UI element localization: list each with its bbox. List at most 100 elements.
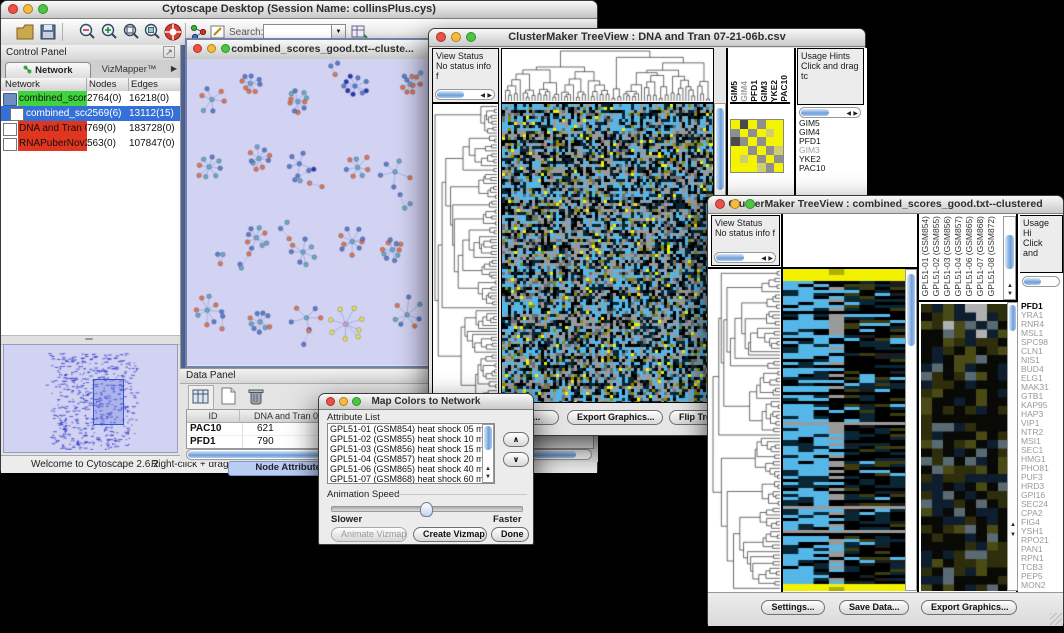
treeview2-row-dendrogram[interactable] <box>711 269 781 591</box>
matrix-cell[interactable] <box>757 146 766 155</box>
treeview1-column-dendrogram[interactable] <box>501 48 714 103</box>
close-button[interactable] <box>193 44 202 53</box>
network-view-canvas[interactable] <box>187 59 428 365</box>
minimize-button[interactable] <box>451 32 461 42</box>
export-graphics-button[interactable]: Export Graphics... <box>921 600 1017 615</box>
maximize-button[interactable] <box>466 32 476 42</box>
matrix-cell[interactable] <box>731 137 740 146</box>
gene-label[interactable]: MON2 <box>1021 581 1063 590</box>
view-status-hscrollbar[interactable]: ◀▶ <box>435 89 495 100</box>
maximize-button[interactable] <box>352 397 361 406</box>
matrix-cell[interactable] <box>740 137 749 146</box>
help-lifering-icon[interactable] <box>163 22 183 42</box>
attribute-list-item[interactable]: GPL51-03 (GSM856) heat shock 15 min <box>328 444 494 454</box>
matrix-cell[interactable] <box>731 120 740 129</box>
slider-thumb[interactable] <box>420 502 433 517</box>
matrix-cell[interactable] <box>774 120 783 129</box>
delete-trash-icon[interactable] <box>244 385 268 408</box>
matrix-cell[interactable] <box>766 155 775 164</box>
matrix-cell[interactable] <box>766 129 775 138</box>
zoom-in-button[interactable] <box>99 22 119 42</box>
maximize-button[interactable] <box>38 4 48 14</box>
network-list-row[interactable]: RNAPuberNov2+! 563(0) 107847(0) <box>1 136 180 151</box>
done-button[interactable]: Done <box>491 527 529 542</box>
matrix-cell[interactable] <box>748 137 757 146</box>
create-vizmap-button[interactable]: Create Vizmap <box>413 527 487 542</box>
attribute-list-item[interactable]: GPL51-02 (GSM855) heat shock 10 min <box>328 434 494 444</box>
open-file-button[interactable] <box>15 22 35 42</box>
matrix-cell[interactable] <box>748 129 757 138</box>
matrix-cell[interactable] <box>731 155 740 164</box>
attribute-list-item[interactable]: GPL51-07 (GSM868) heat shock 60 min <box>328 474 494 484</box>
minimize-button[interactable] <box>339 397 348 406</box>
network-overview-panel[interactable] <box>3 344 178 453</box>
minimize-button[interactable] <box>23 4 33 14</box>
treeview2-genelist-scrollbar[interactable]: ▲▼ <box>1007 302 1018 591</box>
attribute-list-item[interactable]: GPL51-04 (GSM857) heat shock 20 min <box>328 454 494 464</box>
view-status-hscrollbar[interactable]: ◀▶ <box>714 252 776 263</box>
treeview1-gene-list[interactable]: GIM5GIM4PFD1GIM3YKE2PAC10 <box>799 119 859 175</box>
zoom-out-button[interactable] <box>77 22 97 42</box>
overview-selection-rect[interactable] <box>93 379 124 425</box>
zoom-fit-button[interactable] <box>121 22 141 42</box>
treeview2-titlebar[interactable]: ClusterMaker TreeView : combined_scores_… <box>708 196 1063 214</box>
new-attribute-icon[interactable] <box>216 385 240 408</box>
matrix-cell[interactable] <box>748 120 757 129</box>
matrix-cell[interactable] <box>766 146 775 155</box>
animate-vizmap-button[interactable]: Animate Vizmap <box>331 527 407 542</box>
attribute-list-item[interactable]: GPL51-06 (GSM865) heat shock 40 min <box>328 464 494 474</box>
treeview1-usage-hscrollbar[interactable]: ◀▶ <box>799 107 861 118</box>
matrix-cell[interactable] <box>757 129 766 138</box>
zoom-selected-button[interactable] <box>142 22 162 42</box>
attribute-list-item[interactable]: GPL51-01 (GSM854) heat shock 05 min <box>328 424 494 434</box>
matrix-cell[interactable] <box>731 129 740 138</box>
move-down-button[interactable]: ∨ <box>503 452 529 467</box>
main-titlebar[interactable]: Cytoscape Desktop (Session Name: collins… <box>1 1 597 19</box>
maximize-button[interactable] <box>745 199 755 209</box>
matrix-cell[interactable] <box>757 120 766 129</box>
attribute-list-scrollbar[interactable]: ▲▼ <box>482 424 494 483</box>
matrix-cell[interactable] <box>740 129 749 138</box>
treeview2-collabel-scrollbar[interactable]: ▲▼ <box>1003 216 1016 300</box>
network-list-row[interactable]: combined_scores 2764(0) 16218(0) <box>1 91 180 106</box>
matrix-cell[interactable] <box>766 120 775 129</box>
matrix-cell[interactable] <box>766 163 775 172</box>
save-data-button[interactable]: Save Data... <box>839 600 909 615</box>
close-button[interactable] <box>8 4 18 14</box>
gene-label[interactable]: PAC10 <box>799 164 859 173</box>
close-button[interactable] <box>436 32 446 42</box>
matrix-cell[interactable] <box>740 155 749 164</box>
treeview1-summary-matrix[interactable] <box>730 119 784 173</box>
animation-speed-slider[interactable] <box>331 506 523 512</box>
matrix-cell[interactable] <box>774 146 783 155</box>
matrix-cell[interactable] <box>748 163 757 172</box>
tab-network[interactable]: Network <box>5 62 91 78</box>
matrix-cell[interactable] <box>757 155 766 164</box>
matrix-cell[interactable] <box>740 120 749 129</box>
matrix-cell[interactable] <box>731 146 740 155</box>
matrix-cell[interactable] <box>774 137 783 146</box>
matrix-cell[interactable] <box>757 137 766 146</box>
tab-overflow-arrow[interactable]: ▶ <box>171 64 177 73</box>
treeview1-row-dendrogram[interactable] <box>432 103 499 403</box>
float-panel-icon[interactable]: ↗ <box>163 46 175 58</box>
network-list-row[interactable]: DNA and Tran 07 769(0) 183728(0) <box>1 121 180 136</box>
matrix-cell[interactable] <box>731 163 740 172</box>
close-button[interactable] <box>715 199 725 209</box>
resize-grip[interactable] <box>1050 613 1062 625</box>
network-list-row[interactable]: combined_sco 2569(6) 13112(15) <box>1 106 180 121</box>
matrix-cell[interactable] <box>740 163 749 172</box>
maximize-button[interactable] <box>221 44 230 53</box>
matrix-cell[interactable] <box>748 146 757 155</box>
save-button[interactable] <box>38 22 58 42</box>
treeview2-usage-hscrollbar[interactable] <box>1022 276 1060 287</box>
matrix-cell[interactable] <box>757 163 766 172</box>
export-graphics-button[interactable]: Export Graphics... <box>567 410 663 425</box>
move-up-button[interactable]: ∧ <box>503 432 529 447</box>
overview-canvas[interactable] <box>4 345 175 450</box>
matrix-cell[interactable] <box>766 137 775 146</box>
close-button[interactable] <box>326 397 335 406</box>
treeview2-gene-list[interactable]: PFD1YRA1RNR4MSL1SPC98CLN1NIS1BUD4ELG1MAK… <box>1021 302 1063 591</box>
dialog-titlebar[interactable]: Map Colors to Network <box>319 394 533 410</box>
treeview2-overview-heatmap[interactable] <box>921 304 1007 591</box>
